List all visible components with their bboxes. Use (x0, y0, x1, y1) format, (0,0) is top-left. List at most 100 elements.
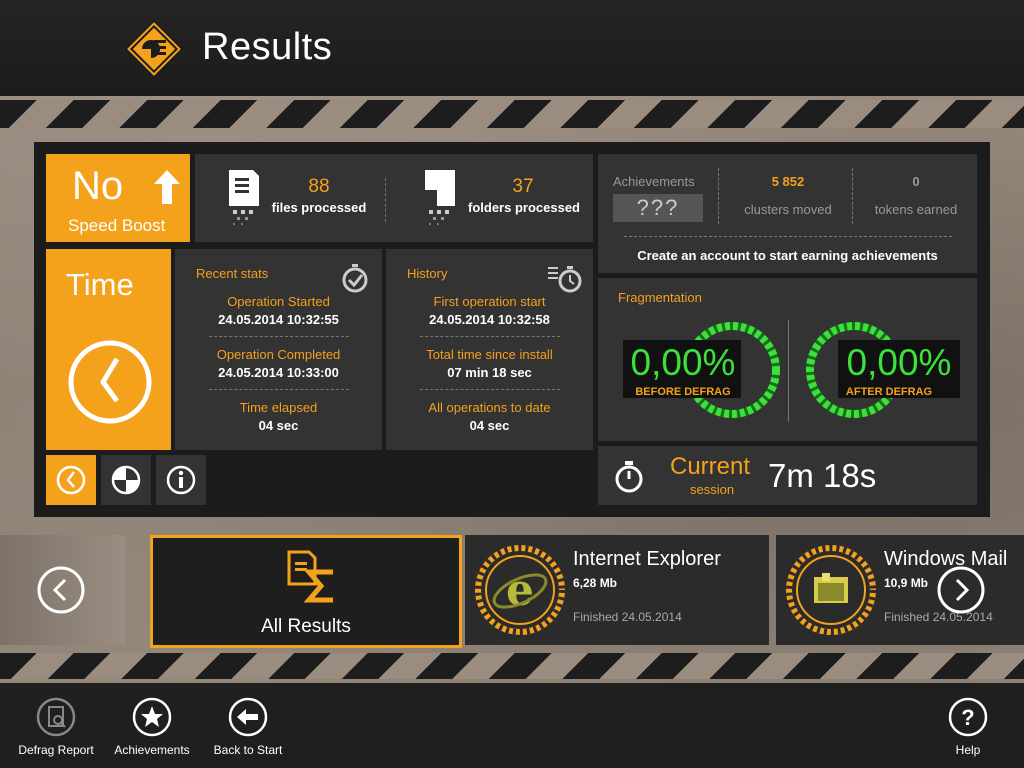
all-results-label: All Results (261, 616, 351, 637)
recent-stats-title: Recent stats (196, 266, 269, 281)
divider (209, 336, 349, 337)
stopwatch-check-icon (342, 264, 368, 293)
after-defrag-label: AFTER DEFRAG (845, 386, 933, 398)
tab-info[interactable] (156, 455, 206, 505)
files-label: files processed (271, 200, 367, 215)
app-name: Internet Explorer (573, 548, 721, 570)
arrow-up-icon (154, 170, 180, 204)
report-icon (36, 697, 76, 737)
stopwatch-icon (615, 461, 643, 493)
carousel-prev-button[interactable] (36, 565, 86, 615)
stat-label: Operation Started (227, 294, 330, 309)
svg-text:?: ? (961, 705, 974, 730)
page-title: Results (202, 26, 333, 68)
clusters-label: clusters moved (744, 202, 832, 217)
speed-boost-tile: No Speed Boost (46, 154, 190, 242)
time-label: Time (66, 267, 134, 302)
result-card-windows-mail[interactable]: Windows Mail 10,9 Mb Finished 24.05.2014 (776, 535, 1024, 645)
help-icon: ? (948, 697, 988, 737)
stat-value: 24.05.2014 10:33:00 (218, 365, 339, 380)
history-label: First operation start (433, 294, 546, 309)
history-label: Total time since install (426, 347, 553, 362)
create-account-message[interactable]: Create an account to start earning achie… (598, 248, 977, 263)
before-defrag-label: BEFORE DEFRAG (635, 386, 731, 398)
stat-label: Operation Completed (216, 347, 341, 362)
folders-count: 37 (512, 176, 534, 197)
history-value: 24.05.2014 10:32:58 (429, 312, 550, 327)
folders-label: folders processed (468, 200, 580, 215)
tab-fragmentation[interactable] (101, 455, 151, 505)
folder-icon (425, 170, 455, 225)
before-defrag-value: 0,00% (630, 342, 736, 383)
current-session-tile: Current session 7m 18s (598, 446, 977, 505)
svg-text:e: e (506, 565, 534, 616)
pie-chart-icon (111, 465, 141, 495)
back-to-start-button[interactable]: Back to Start (198, 693, 298, 763)
divider (209, 389, 349, 390)
current-sub-label: session (690, 482, 735, 497)
stat-value: 04 sec (258, 418, 299, 433)
history-value: 07 min 18 sec (447, 365, 532, 380)
processed-tile: 88 files processed 37 folders processed (195, 154, 593, 242)
hazard-stripe-top (0, 100, 1024, 128)
current-label: Current (670, 453, 751, 480)
app-size: 10,9 Mb (884, 576, 929, 590)
recent-stats-tile: Recent stats Operation Started 24.05.201… (175, 249, 382, 450)
all-results-card[interactable]: All Results (150, 535, 462, 648)
speed-boost-value: No (72, 164, 124, 208)
divider (420, 389, 560, 390)
history-value: 04 sec (469, 418, 510, 433)
achievements-button[interactable]: Achievements (102, 693, 202, 763)
internet-explorer-icon: e (475, 545, 565, 635)
files-count: 88 (308, 176, 330, 197)
after-defrag-value: 0,00% (846, 342, 952, 383)
divider (420, 336, 560, 337)
carousel-next-button[interactable] (936, 565, 986, 615)
achievements-label: Achievements (114, 743, 190, 757)
history-title: History (407, 266, 448, 281)
history-label: All operations to date (428, 400, 551, 415)
tab-time[interactable] (46, 455, 96, 505)
clock-icon (56, 465, 86, 495)
defrag-report-label: Defrag Report (18, 743, 94, 757)
divider (718, 168, 719, 224)
time-tile: Time (46, 249, 171, 450)
info-icon (166, 465, 196, 495)
sum-results-icon (287, 550, 333, 603)
back-arrow-icon (228, 697, 268, 737)
fragmentation-tile: Fragmentation 0,00% BEFORE DEFRAG 0,00% … (598, 278, 977, 441)
defrag-report-button[interactable]: Defrag Report (6, 693, 106, 763)
results-panel: No Speed Boost 88 files processed 37 fol… (34, 142, 990, 517)
achievements-value: ??? (613, 194, 703, 222)
fragmentation-title: Fragmentation (618, 290, 702, 305)
history-stopwatch-icon (548, 266, 582, 293)
stat-label: Time elapsed (239, 400, 318, 415)
tokens-label: tokens earned (874, 202, 958, 217)
app-bar: Defrag Report Achievements Back to Start… (0, 683, 1024, 768)
divider (624, 236, 952, 237)
help-button[interactable]: ? Help (918, 693, 1018, 763)
achievements-title: Achievements (613, 174, 695, 189)
star-icon (132, 697, 172, 737)
windows-mail-icon (786, 545, 876, 635)
help-label: Help (955, 743, 981, 757)
back-to-start-label: Back to Start (213, 743, 283, 757)
clock-icon (68, 340, 152, 424)
divider (788, 320, 789, 422)
stat-value: 24.05.2014 10:32:55 (218, 312, 339, 327)
current-session-time: 7m 18s (768, 457, 877, 494)
divider (852, 168, 853, 224)
hazard-stripe-bottom (0, 653, 1024, 679)
history-tile: History First operation start 24.05.2014… (386, 249, 593, 450)
clusters-count: 5 852 (771, 174, 805, 189)
divider (385, 178, 386, 222)
app-finished: Finished 24.05.2014 (573, 610, 682, 624)
app-logo-icon (124, 19, 184, 79)
speed-boost-label: Speed Boost (68, 216, 166, 235)
app-size: 6,28 Mb (573, 576, 618, 590)
header-bar: Results (0, 0, 1024, 96)
achievements-tile[interactable]: Achievements ??? 5 852 clusters moved 0 … (598, 154, 977, 273)
file-icon (229, 170, 259, 225)
tokens-count: 0 (912, 174, 920, 189)
result-card-internet-explorer[interactable]: e Internet Explorer 6,28 Mb Finished 24.… (465, 535, 769, 645)
